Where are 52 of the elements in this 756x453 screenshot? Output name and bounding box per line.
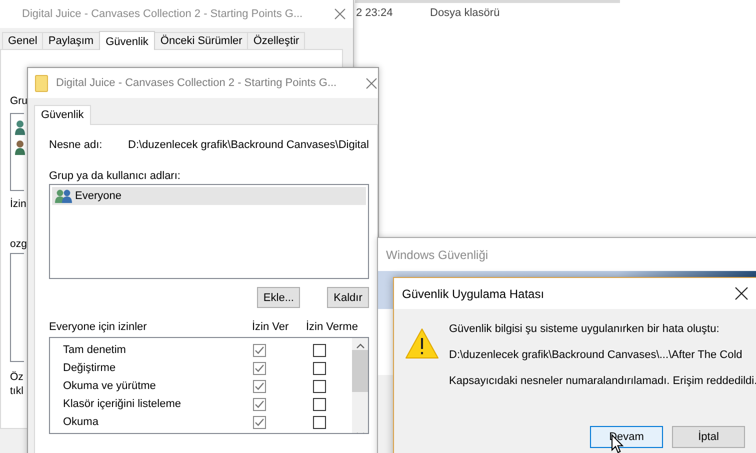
deny-checkbox[interactable] (313, 380, 326, 392)
permission-name: Tam denetim (63, 344, 127, 356)
permission-name: Okuma ve yürütme (63, 380, 157, 392)
user-list[interactable] (10, 113, 24, 191)
dialog-title: Güvenlik Uygulama Hatası (402, 286, 544, 300)
tab[interactable]: Paylaşım (42, 32, 100, 49)
user-icon (15, 140, 25, 156)
close-icon[interactable] (735, 287, 748, 300)
window-title: Windows Güvenliği (386, 248, 488, 262)
permission-name: Değiştirme (63, 362, 117, 374)
dialog-button[interactable]: İptal (672, 426, 745, 448)
allow-checkbox[interactable] (253, 362, 266, 374)
permission-name: Okuma (63, 416, 100, 428)
item-type: Dosya klasörü (430, 7, 500, 19)
deny-checkbox[interactable] (313, 344, 326, 356)
column-header: İzin Ver (252, 320, 290, 334)
user-row[interactable]: Everyone (52, 187, 366, 205)
window-title: Digital Juice - Canvases Collection 2 - Starting Points G... (56, 77, 337, 89)
message-text: Güvenlik bilgisi şu sisteme uygulanırken bir hata oluştu: (449, 322, 720, 336)
label-text: İzin (10, 197, 26, 211)
allow-checkbox[interactable] (253, 416, 266, 428)
column-header: İzin Verme (306, 320, 359, 334)
tab[interactable]: Genel (2, 32, 44, 49)
folder-icon (35, 74, 48, 92)
tab[interactable]: Güvenlik (34, 105, 91, 125)
message-text: Kapsayıcıdaki nesneler numaralandırılamadı. Erişim reddedildi. (449, 374, 756, 388)
label-text: tıkl (10, 384, 24, 398)
warning-icon (405, 328, 439, 359)
window-title: Digital Juice - Canvases Collection 2 - Starting Points G... (22, 8, 303, 20)
label-text: ozg (10, 237, 27, 251)
allow-checkbox[interactable] (253, 398, 266, 410)
group-label: Grup ya da kullanıcı adları: (49, 169, 182, 183)
deny-checkbox[interactable] (313, 398, 326, 410)
scrollbar[interactable] (352, 338, 368, 433)
deny-checkbox[interactable] (313, 362, 326, 374)
message-text: D:\duzenlecek grafik\Backround Canvases\...\After The Cold (449, 348, 744, 362)
modified-date: 2 23:24 (356, 7, 394, 19)
allow-checkbox[interactable] (253, 380, 266, 392)
deny-checkbox[interactable] (313, 416, 326, 428)
dialog-button[interactable]: Ekle... (257, 287, 300, 308)
object-label: Nesne adı: (49, 139, 104, 151)
scroll-thumb[interactable] (352, 350, 368, 392)
object-path: D:\duzenlecek grafik\Backround Canvases\Digital (128, 139, 369, 151)
permissions-header: Everyone için izinler (49, 320, 148, 334)
allow-checkbox[interactable] (253, 344, 266, 356)
permission-name: Klasör içeriğini listeleme (63, 398, 182, 410)
label-text: Gru (10, 94, 28, 108)
tab[interactable]: Özelleştir (247, 32, 306, 49)
tab[interactable]: Güvenlik (98, 31, 156, 50)
label-text: Öz (10, 370, 24, 384)
dialog-button[interactable]: Kaldır (327, 287, 369, 308)
scroll-up-icon[interactable] (356, 343, 364, 349)
